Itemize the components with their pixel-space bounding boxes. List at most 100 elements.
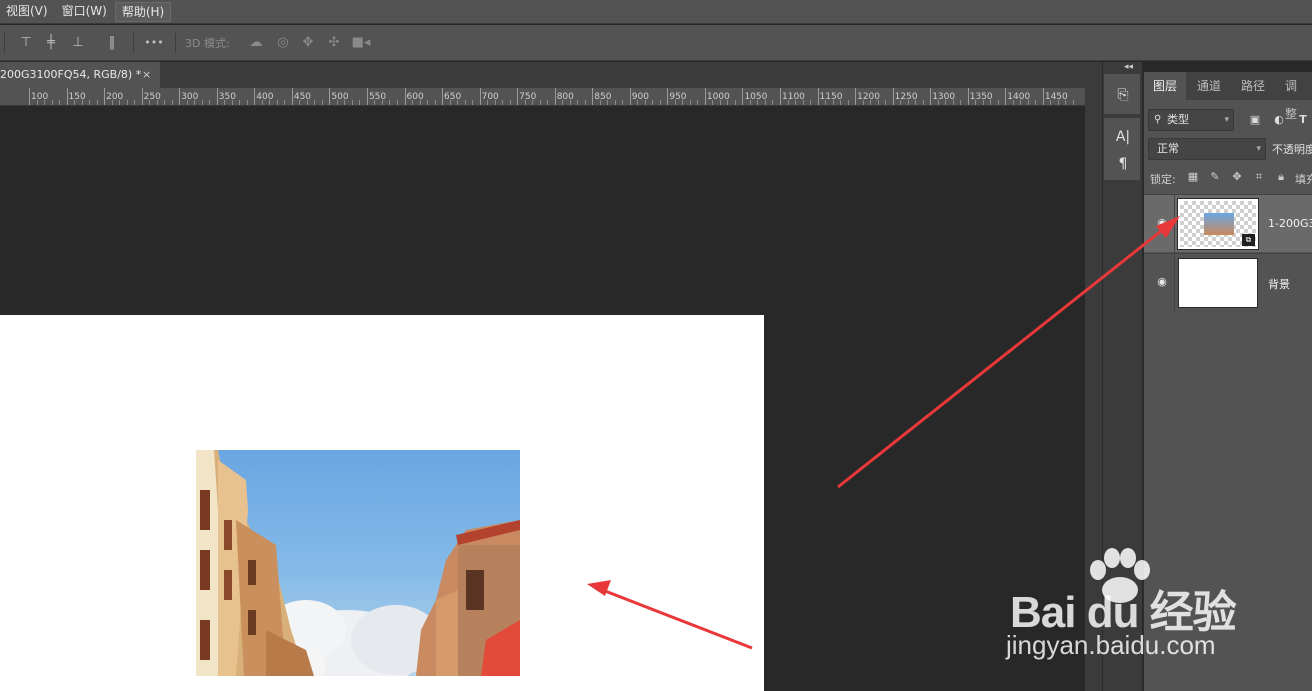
- ruler-minor-tick: [96, 100, 98, 105]
- ruler-minor-tick: [186, 100, 188, 105]
- tab-channels[interactable]: 通道: [1188, 72, 1230, 100]
- ruler-minor-tick: [697, 100, 699, 105]
- ruler-minor-tick: [396, 100, 398, 105]
- visibility-eye-icon[interactable]: ◉: [1154, 274, 1170, 290]
- ruler-tick-label: 100: [31, 92, 49, 102]
- ruler-tick-label: 850: [594, 92, 612, 102]
- ruler-minor-tick: [674, 100, 676, 105]
- paragraph-icon[interactable]: ¶: [1113, 154, 1133, 174]
- ruler-minor-tick: [795, 100, 797, 105]
- ruler-minor-tick: [832, 100, 834, 105]
- more-options-icon[interactable]: •••: [144, 33, 164, 53]
- ruler-major-tick: [1005, 88, 1007, 105]
- ruler-minor-tick: [299, 100, 301, 105]
- ruler-minor-tick: [825, 100, 827, 105]
- align-vertical-centers-icon[interactable]: ╪: [41, 33, 61, 53]
- ruler-major-tick: [141, 88, 143, 105]
- ruler-major-tick: [554, 88, 556, 105]
- character-icon[interactable]: A|: [1113, 127, 1133, 147]
- ruler-minor-tick: [209, 100, 211, 105]
- ruler-major-tick: [704, 88, 706, 105]
- filter-type-icon[interactable]: T: [1295, 112, 1311, 128]
- blend-mode-value: 正常: [1157, 142, 1179, 155]
- tab-adjustments[interactable]: 调整: [1276, 72, 1312, 121]
- ruler-minor-tick: [314, 100, 316, 105]
- lock-image-brush-icon[interactable]: ✎: [1207, 169, 1223, 185]
- ruler-major-tick: [479, 88, 481, 105]
- ruler-minor-tick: [111, 100, 113, 105]
- filter-adjustment-icon[interactable]: ◐: [1271, 112, 1287, 128]
- ruler-tick-label: 650: [444, 92, 462, 102]
- divider: [175, 33, 176, 53]
- layer-filter-select[interactable]: ⚲ 类型 ▾: [1148, 109, 1234, 131]
- ruler-tick-label: 400: [256, 92, 274, 102]
- ruler-tick-label: 1300: [932, 92, 956, 102]
- lock-label: 锁定:: [1150, 173, 1176, 186]
- ruler-minor-tick: [381, 100, 383, 105]
- ruler-tick-label: 700: [481, 92, 499, 102]
- layer-name[interactable]: 1-200G31: [1268, 217, 1312, 230]
- menu-window[interactable]: 窗口(W): [56, 2, 113, 22]
- ruler-major-tick: [291, 88, 293, 105]
- menu-help[interactable]: 帮助(H): [114, 1, 172, 22]
- ruler-tick-label: 250: [143, 92, 161, 102]
- lock-all-icon[interactable]: 🔒︎: [1273, 169, 1289, 185]
- ruler-minor-tick: [464, 100, 466, 105]
- 3d-pan-icon[interactable]: ✥: [298, 33, 318, 53]
- divider: [1174, 195, 1175, 253]
- ruler-minor-tick: [412, 100, 413, 105]
- collapse-panels-icon[interactable]: ◂◂: [1124, 62, 1133, 72]
- ruler-minor-tick: [870, 100, 872, 105]
- layer-name[interactable]: 背景: [1268, 276, 1290, 292]
- ruler-major-tick: [66, 88, 68, 105]
- ruler-major-tick: [780, 88, 781, 105]
- history-icon[interactable]: ⎘: [1113, 85, 1133, 105]
- lock-artboard-icon[interactable]: ⌗: [1251, 169, 1267, 185]
- filter-pixel-icon[interactable]: ▣: [1247, 112, 1263, 128]
- tab-paths[interactable]: 路径: [1232, 72, 1274, 100]
- align-horizontal-icon[interactable]: ‖: [102, 33, 122, 53]
- document-tab[interactable]: 200G3100FQ54, RGB/8) * ×: [0, 62, 160, 88]
- document-tab-title: 200G3100FQ54, RGB/8) *: [0, 68, 142, 81]
- menu-view[interactable]: 视图(V): [0, 2, 54, 22]
- align-bottom-edges-icon[interactable]: ⊥: [68, 33, 88, 53]
- menu-bar: 视图(V) 窗口(W) 帮助(H): [0, 0, 1312, 24]
- blend-mode-select[interactable]: 正常 ▾: [1148, 138, 1266, 160]
- ruler-minor-tick: [336, 100, 338, 105]
- ruler-major-tick: [1042, 88, 1044, 105]
- ruler-minor-tick: [757, 100, 759, 105]
- 3d-roll-icon[interactable]: ◎: [273, 33, 293, 53]
- ruler-tick-label: 800: [556, 92, 574, 102]
- align-top-edges-icon[interactable]: ⊤: [16, 33, 36, 53]
- ruler-tick-label: 1150: [819, 92, 843, 102]
- ruler-minor-tick: [246, 100, 248, 105]
- canvas-area[interactable]: [0, 107, 1085, 691]
- close-tab-icon[interactable]: ×: [142, 62, 151, 88]
- 3d-scale-icon[interactable]: ■◂: [351, 33, 371, 53]
- 3d-slide-icon[interactable]: ✣: [324, 33, 344, 53]
- ruler-minor-tick: [344, 100, 346, 105]
- ruler-minor-tick: [719, 100, 721, 105]
- ruler-minor-tick: [502, 100, 504, 105]
- ruler-minor-tick: [269, 100, 271, 105]
- ruler-minor-tick: [89, 100, 91, 105]
- tab-layers[interactable]: 图层: [1144, 72, 1187, 100]
- visibility-eye-icon[interactable]: ◉: [1154, 215, 1170, 231]
- ruler-minor-tick: [712, 100, 714, 105]
- ruler-minor-tick: [1050, 100, 1052, 105]
- ruler-minor-tick: [509, 100, 511, 105]
- document-canvas[interactable]: [0, 315, 764, 691]
- placed-photo[interactable]: [196, 450, 520, 676]
- ruler-tick-label: 1100: [782, 92, 805, 102]
- ruler-minor-tick: [51, 100, 53, 105]
- ruler-minor-tick: [321, 100, 323, 105]
- lock-position-icon[interactable]: ✥: [1229, 169, 1245, 185]
- lock-transparent-icon[interactable]: ▦: [1185, 169, 1201, 185]
- 3d-orbit-icon[interactable]: ☁: [246, 33, 266, 53]
- ruler-minor-tick: [1072, 100, 1074, 105]
- ruler-minor-tick: [689, 100, 691, 105]
- layer-row-background[interactable]: ◉ 背景: [1144, 253, 1312, 312]
- layer-row-smart-object[interactable]: ◉ ⧉ 1-200G31: [1144, 194, 1312, 253]
- ruler-major-tick: [892, 88, 894, 105]
- ruler-minor-tick: [659, 100, 661, 105]
